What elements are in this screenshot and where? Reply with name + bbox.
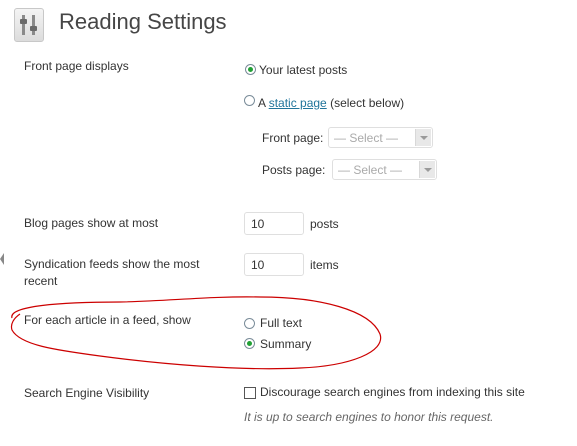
search-engine-description: It is up to search engines to honor this…	[244, 410, 494, 424]
discourage-search-checkbox[interactable]	[244, 387, 256, 399]
red-circle-annotation	[10, 296, 382, 370]
search-engine-label: Search Engine Visibility	[24, 386, 150, 400]
discourage-search-label: Discourage search engines from indexing …	[260, 385, 525, 399]
